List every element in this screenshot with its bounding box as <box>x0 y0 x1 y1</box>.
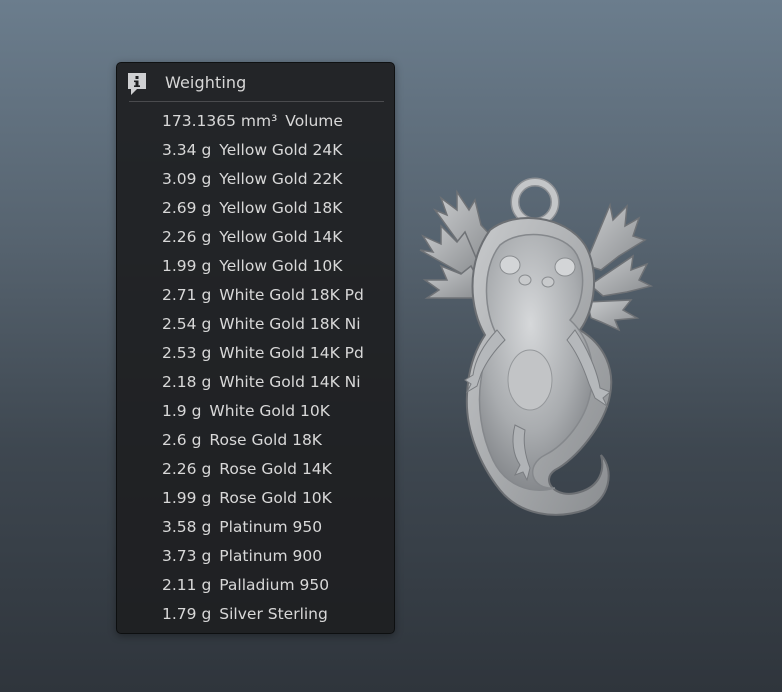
list-item: 1.99 g Rose Gold 10K <box>162 487 364 516</box>
list-item: 2.71 g White Gold 18K Pd <box>162 284 364 313</box>
weight-value: 3.73 g <box>162 547 212 565</box>
material-label: Rose Gold 14K <box>219 460 332 478</box>
list-item: 3.58 g Platinum 950 <box>162 516 364 545</box>
material-label: White Gold 14K Pd <box>219 344 364 362</box>
material-label: Platinum 950 <box>219 518 323 536</box>
list-item: 2.53 g White Gold 14K Pd <box>162 342 364 371</box>
material-label: White Gold 10K <box>209 402 330 420</box>
divider <box>129 101 384 102</box>
list-item: 2.26 g Rose Gold 14K <box>162 458 364 487</box>
list-item: 1.9 g White Gold 10K <box>162 400 364 429</box>
material-label: Yellow Gold 18K <box>219 199 343 217</box>
weight-value: 2.71 g <box>162 286 212 304</box>
info-icon <box>128 73 146 95</box>
weight-value: 2.54 g <box>162 315 212 333</box>
panel-header[interactable]: Weighting <box>117 63 394 101</box>
weight-value: 1.79 g <box>162 605 212 623</box>
material-label: Silver Sterling <box>219 605 328 623</box>
list-item: 3.73 g Platinum 900 <box>162 545 364 574</box>
weight-value: 2.26 g <box>162 228 212 246</box>
list-item: 2.18 g White Gold 14K Ni <box>162 371 364 400</box>
list-item: 2.11 g Palladium 950 <box>162 574 364 603</box>
weight-value: 2.18 g <box>162 373 212 391</box>
3d-viewport[interactable]: Weighting 173.1365 mm³ Volume 3.34 g Yello… <box>0 0 782 692</box>
list-item: 3.09 g Yellow Gold 22K <box>162 168 364 197</box>
list-item: 3.34 g Yellow Gold 24K <box>162 139 364 168</box>
volume-value: 173.1365 mm³ <box>162 112 278 130</box>
weight-value: 2.11 g <box>162 576 212 594</box>
panel-title: Weighting <box>165 73 247 92</box>
axolotl-pendant-model[interactable] <box>405 170 655 530</box>
material-label: Rose Gold 10K <box>219 489 332 507</box>
weight-value: 1.9 g <box>162 402 202 420</box>
list-item: 2.26 g Yellow Gold 14K <box>162 226 364 255</box>
material-label: Yellow Gold 10K <box>219 257 343 275</box>
list-item: 1.79 g Silver Sterling <box>162 603 364 632</box>
material-label: White Gold 14K Ni <box>219 373 361 391</box>
material-label: White Gold 18K Pd <box>219 286 364 304</box>
weight-value: 3.58 g <box>162 518 212 536</box>
list-item: 2.6 g Rose Gold 18K <box>162 429 364 458</box>
weight-value: 1.99 g <box>162 489 212 507</box>
weight-list: 173.1365 mm³ Volume 3.34 g Yellow Gold 24K… <box>162 110 364 632</box>
weighting-panel: Weighting 173.1365 mm³ Volume 3.34 g Yello… <box>116 62 395 634</box>
weight-value: 1.99 g <box>162 257 212 275</box>
material-label: Yellow Gold 22K <box>219 170 343 188</box>
material-label: Rose Gold 18K <box>209 431 322 449</box>
material-label: White Gold 18K Ni <box>219 315 361 333</box>
material-label: Platinum 900 <box>219 547 323 565</box>
weight-value: 2.69 g <box>162 199 212 217</box>
material-label: Yellow Gold 14K <box>219 228 343 246</box>
list-item: 2.54 g White Gold 18K Ni <box>162 313 364 342</box>
weight-value: 3.34 g <box>162 141 212 159</box>
list-item: 2.69 g Yellow Gold 18K <box>162 197 364 226</box>
volume-row: 173.1365 mm³ Volume <box>162 110 364 139</box>
material-label: Yellow Gold 24K <box>219 141 343 159</box>
list-item: 1.99 g Yellow Gold 10K <box>162 255 364 284</box>
weight-value: 2.26 g <box>162 460 212 478</box>
weight-value: 2.6 g <box>162 431 202 449</box>
weight-value: 3.09 g <box>162 170 212 188</box>
material-label: Palladium 950 <box>219 576 330 594</box>
weight-value: 2.53 g <box>162 344 212 362</box>
volume-label: Volume <box>285 112 343 130</box>
